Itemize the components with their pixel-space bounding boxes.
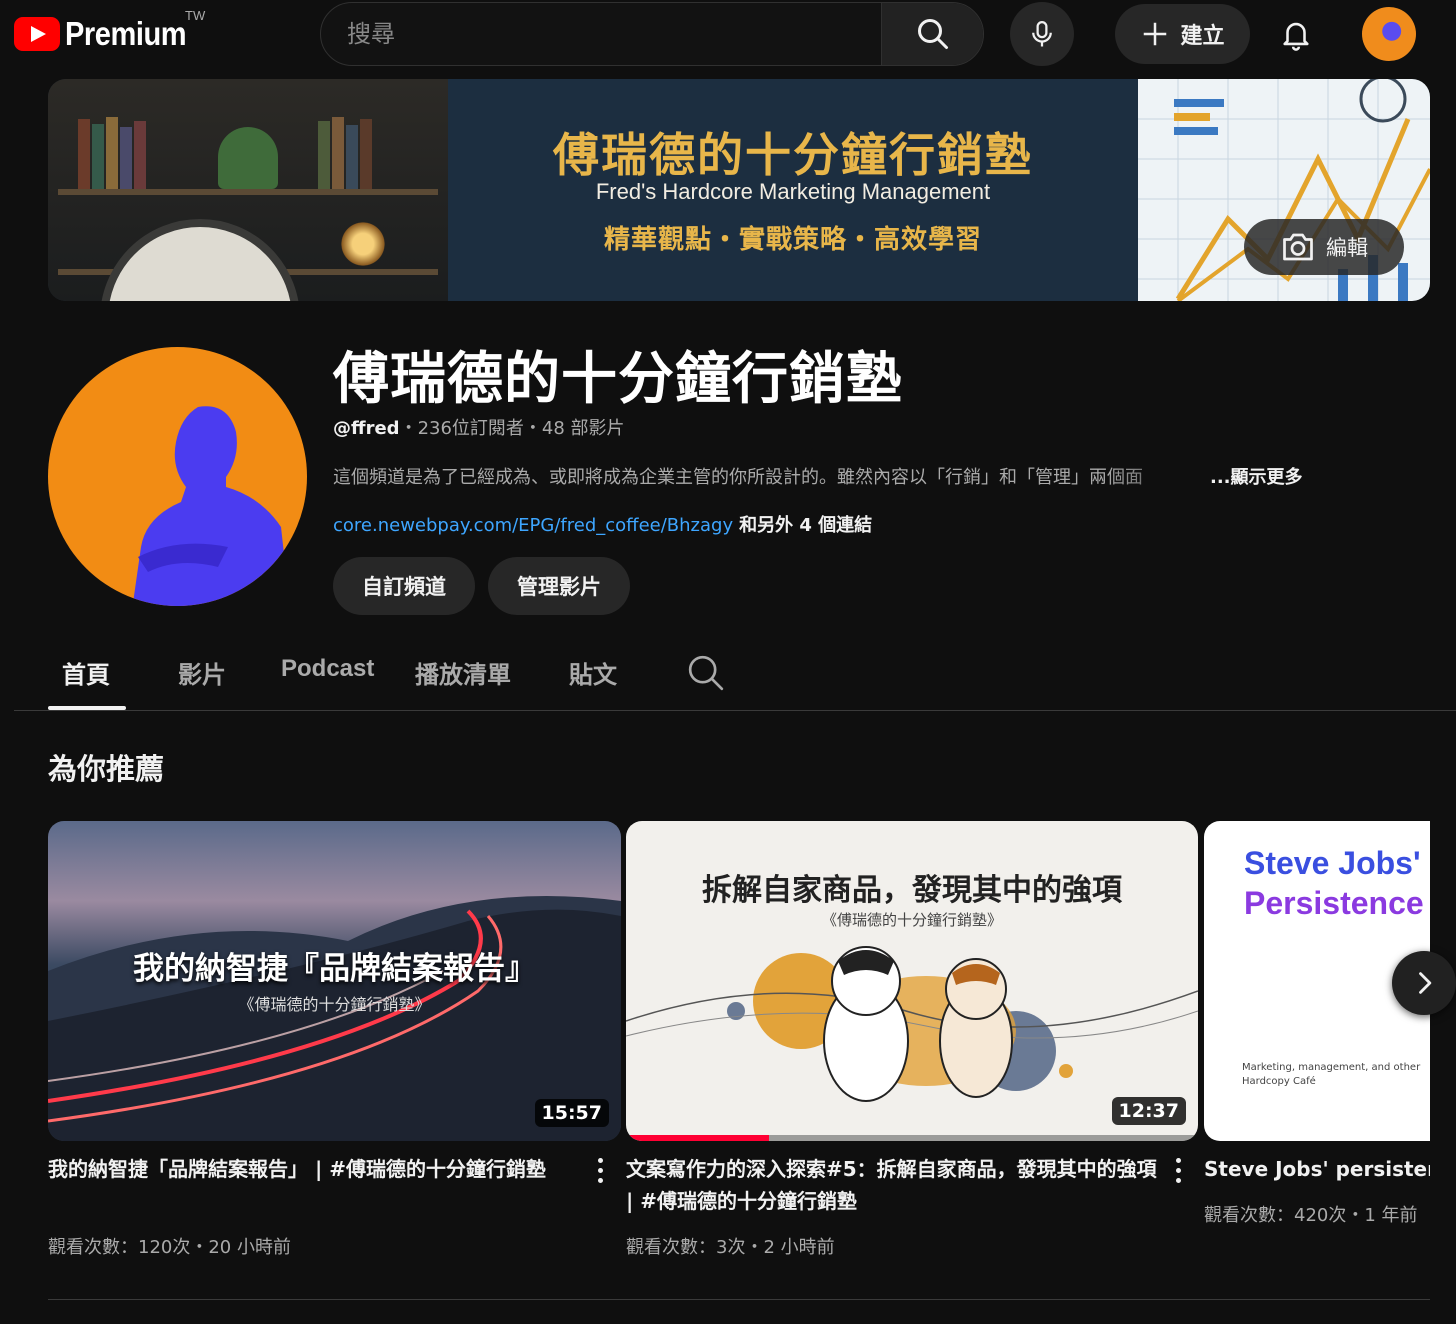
manage-label: 管理影片 (517, 575, 601, 599)
banner-tagline: 精華觀點・實戰策略・高效學習 (603, 225, 982, 255)
more-links[interactable]: 和另外 4 個連結 (739, 515, 872, 536)
channel-tabs: 首頁 影片 Podcast 播放清單 貼文 (14, 635, 1456, 711)
thumbnail-title: 我的納智捷『品牌結案報告』 (133, 951, 536, 987)
notifications-button[interactable] (1272, 10, 1320, 58)
plus-icon (1144, 22, 1167, 46)
watch-progress-bar (626, 1135, 1198, 1141)
upload-age: 2 小時前 (763, 1237, 835, 1258)
show-more-link[interactable]: ...顯示更多 (1210, 463, 1303, 489)
video-card[interactable]: 拆解自家商品，發現其中的強項 《傅瑞德的十分鐘行銷塾》 12:37 文案寫作力的… (626, 821, 1198, 1258)
upload-age: 20 小時前 (208, 1237, 291, 1258)
bell-icon (1283, 22, 1309, 51)
banner-title: 傅瑞德的十分鐘行銷塾 (553, 128, 1033, 182)
search-input[interactable] (321, 3, 883, 65)
thumbnail-title: 拆解自家商品，發現其中的強項 (702, 873, 1122, 908)
thumbnail-subtitle: 《傅瑞德的十分鐘行銷塾》 (238, 995, 431, 1014)
edit-label: 編輯 (1326, 236, 1368, 260)
kebab-icon[interactable] (590, 1155, 610, 1185)
channel-banner: 傅瑞德的十分鐘行銷塾 Fred's Hardcore Marketing Man… (48, 79, 1430, 301)
mic-icon (1032, 21, 1052, 47)
kebab-icon[interactable] (1168, 1155, 1188, 1185)
create-button[interactable]: 建立 (1115, 4, 1250, 64)
channel-avatar[interactable] (48, 347, 307, 606)
channel-description[interactable]: 這個頻道是為了已經成為、或即將成為企業主管的你所設計的。雖然內容以「行銷」和「管… (333, 463, 1213, 489)
subscriber-count: 236位訂閱者 (417, 418, 524, 439)
video-title[interactable]: 文案寫作力的深入探索#5：拆解自家商品，發現其中的強項 | #傅瑞德的十分鐘行銷… (626, 1153, 1166, 1217)
video-card[interactable]: Steve Jobs' Persistence Marketing, manag… (1204, 821, 1430, 1261)
view-count: 觀看次數：420次 (1204, 1205, 1347, 1226)
view-count: 觀看次數：3次 (626, 1237, 746, 1258)
customize-channel-button[interactable]: 自訂頻道 (333, 557, 475, 615)
active-tab-indicator (48, 706, 126, 710)
tab-podcast[interactable]: Podcast (281, 655, 374, 683)
video-meta: 觀看次數：3次・2 小時前 (626, 1237, 835, 1258)
account-avatar[interactable] (1362, 7, 1416, 61)
thumbnail-title-line2: Persistence (1244, 885, 1424, 921)
video-card[interactable]: 我的納智捷『品牌結案報告』 《傅瑞德的十分鐘行銷塾》 15:57 我的納智捷「品… (48, 821, 621, 1258)
view-count: 觀看次數：120次 (48, 1237, 191, 1258)
thumbnail-caption-line1: Marketing, management, and other (1242, 1062, 1421, 1073)
channel-name: 傅瑞德的十分鐘行銷塾 (333, 347, 903, 412)
carousel-next-button[interactable] (1392, 951, 1456, 1015)
region-code: TW (185, 8, 206, 23)
manage-videos-button[interactable]: 管理影片 (488, 557, 630, 615)
video-thumbnail[interactable]: 拆解自家商品，發現其中的強項 《傅瑞德的十分鐘行銷塾》 12:37 (626, 821, 1198, 1141)
search-icon (688, 655, 724, 691)
chevron-right-icon (1419, 972, 1432, 994)
top-bar: Premium TW 建立 (0, 0, 1456, 68)
meta-separator: ・ (399, 418, 418, 439)
section-title: 為你推薦 (48, 752, 165, 786)
video-meta: 觀看次數：120次・20 小時前 (48, 1237, 291, 1258)
create-label: 建立 (1180, 24, 1225, 49)
video-title[interactable]: Steve Jobs' persistenc (1204, 1153, 1430, 1185)
thumbnail-caption-line2: Hardcopy Café (1242, 1076, 1316, 1087)
camera-icon (1283, 233, 1313, 261)
meta-separator: ・ (523, 418, 542, 439)
video-duration: 15:57 (534, 1099, 609, 1127)
customize-label: 自訂頻道 (362, 575, 446, 599)
thumbnail-title-line1: Steve Jobs' (1244, 845, 1421, 881)
section-divider (48, 1299, 1430, 1300)
youtube-premium-logo[interactable]: Premium (14, 14, 203, 54)
channel-meta: @ffred・236位訂閱者・48 部影片 (333, 414, 625, 440)
upload-age: 1 年前 (1364, 1205, 1418, 1226)
video-thumbnail[interactable]: 我的納智捷『品牌結案報告』 《傅瑞德的十分鐘行銷塾》 15:57 (48, 821, 621, 1141)
video-count: 48 部影片 (541, 418, 625, 439)
search-box (320, 2, 984, 66)
watch-progress-fill (626, 1135, 769, 1141)
video-duration: 12:37 (1111, 1097, 1186, 1125)
tab-home[interactable]: 首頁 (62, 655, 110, 690)
video-title[interactable]: 我的納智捷「品牌結案報告」 | #傅瑞德的十分鐘行銷塾 (48, 1153, 588, 1185)
video-meta: 觀看次數：420次・1 年前 (1204, 1205, 1418, 1226)
channel-links: core.newebpay.com/EPG/fred_coffee/Bhzagy… (333, 511, 872, 537)
edit-banner-button[interactable]: 編輯 (1244, 219, 1404, 275)
banner-bookshelf-art (48, 79, 448, 301)
search-button[interactable] (881, 3, 983, 65)
banner-subtitle: Fred's Hardcore Marketing Management (595, 179, 991, 204)
channel-search-button[interactable] (686, 653, 726, 693)
voice-search-button[interactable] (1010, 2, 1074, 66)
channel-link[interactable]: core.newebpay.com/EPG/fred_coffee/Bhzagy (333, 515, 733, 536)
youtube-play-icon (14, 17, 60, 51)
tab-videos[interactable]: 影片 (178, 655, 226, 690)
tab-posts[interactable]: 貼文 (569, 655, 617, 690)
logo-text: Premium (65, 15, 187, 52)
thumbnail-subtitle: 《傅瑞德的十分鐘行銷塾》 (821, 911, 1002, 929)
search-icon (917, 19, 948, 49)
tab-playlists[interactable]: 播放清單 (415, 655, 511, 690)
channel-handle: @ffred (333, 418, 400, 439)
